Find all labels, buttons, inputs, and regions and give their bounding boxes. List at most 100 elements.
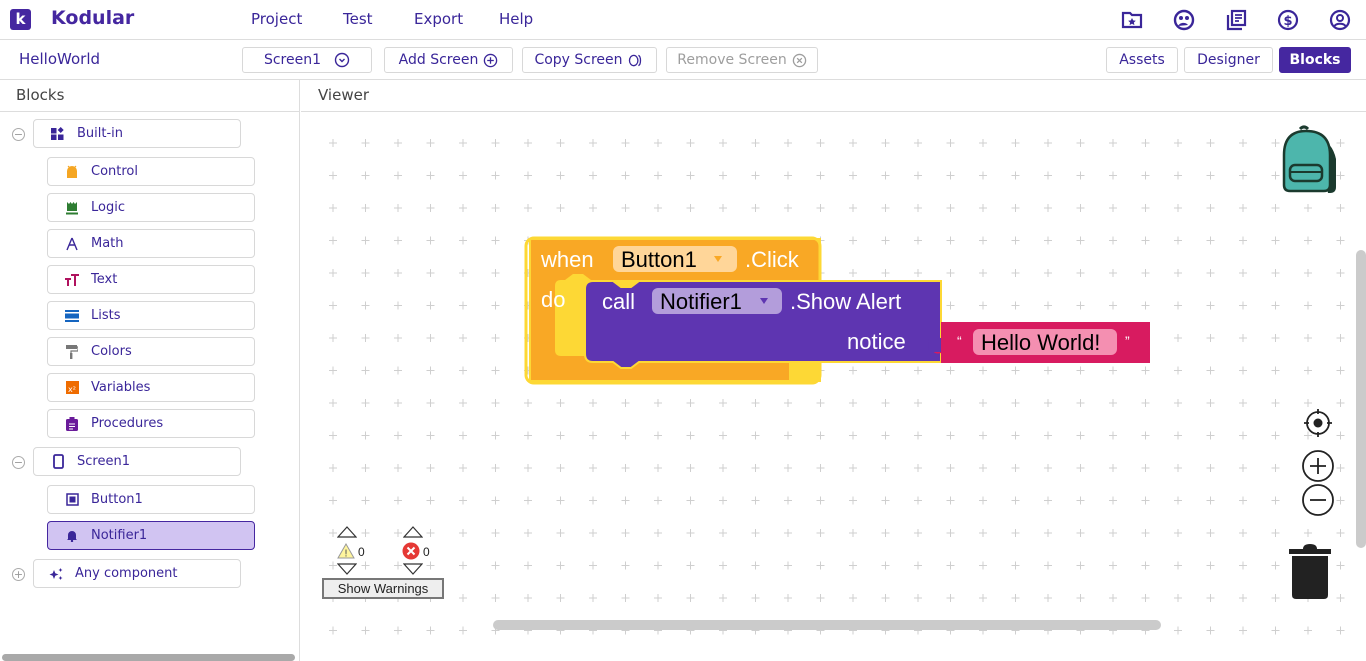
tree-item-procedures[interactable]: Procedures [47, 409, 255, 438]
remove-screen-label: Remove Screen [677, 52, 787, 68]
project-name: HelloWorld [19, 50, 101, 68]
workspace-horizontal-scrollbar[interactable] [493, 620, 1161, 630]
blocks-sidebar: Blocks − Built-in Control Logic Math Tex… [0, 80, 300, 661]
text-value: Hello World! [981, 330, 1100, 355]
tree-item-notifier1[interactable]: Notifier1 [47, 521, 255, 550]
top-bar: k Kodular Project Test Export Help $ [0, 0, 1366, 40]
designer-button[interactable]: Designer [1184, 47, 1273, 73]
logic-icon [64, 200, 80, 216]
tree-item-logic[interactable]: Logic [47, 193, 255, 222]
component-dropdown-button1[interactable]: Button1 [613, 246, 737, 272]
blocks-workspace[interactable]: when Button1 .Click do call Notifier1 .S… [301, 112, 1366, 661]
blocks-button[interactable]: Blocks [1279, 47, 1351, 73]
tree-item-lists[interactable]: Lists [47, 301, 255, 330]
viewer-title: Viewer [318, 86, 369, 104]
trash-icon[interactable] [1288, 543, 1332, 599]
zoom-in-icon[interactable] [1301, 449, 1335, 483]
tree-item-label: Any component [75, 566, 178, 581]
close-circle-icon [792, 53, 806, 67]
tree-item-variables[interactable]: x² Variables [47, 373, 255, 402]
account-icon[interactable] [1328, 8, 1352, 32]
tree-item-colors[interactable]: Colors [47, 337, 255, 366]
recenter-icon[interactable] [1303, 408, 1333, 438]
screen-collapse-toggle[interactable]: − [12, 456, 25, 469]
open-quote: “ [957, 333, 962, 349]
tree-item-control[interactable]: Control [47, 157, 255, 186]
folder-star-icon[interactable] [1120, 8, 1144, 32]
tree-item-label: Variables [91, 380, 151, 395]
docs-icon[interactable] [1224, 8, 1248, 32]
copy-screen-label: Copy Screen [534, 52, 623, 68]
math-icon [64, 236, 80, 252]
tree-item-label: Control [91, 164, 138, 179]
tree-item-label: Colors [91, 344, 132, 359]
kodular-logo-icon[interactable]: k [10, 9, 31, 30]
error-count: 0 [423, 545, 430, 559]
method-name: .Show Alert [790, 289, 901, 314]
error-icon [402, 542, 420, 560]
colors-icon [64, 344, 80, 360]
dollar-icon[interactable]: $ [1276, 8, 1300, 32]
screen-select[interactable]: Screen1 [242, 47, 372, 73]
bell-icon [64, 528, 80, 544]
builtin-icon [50, 126, 66, 142]
zoom-out-icon[interactable] [1301, 483, 1335, 517]
chevron-down-circle-icon [334, 52, 350, 68]
error-prev-arrow-icon[interactable] [403, 526, 423, 538]
screen-select-label: Screen1 [263, 52, 322, 68]
tree-item-any-component[interactable]: Any component [33, 559, 241, 588]
assets-button[interactable]: Assets [1106, 47, 1178, 73]
sparkle-icon [48, 566, 64, 582]
tree-item-label: Text [91, 272, 118, 287]
warning-count: 0 [358, 545, 365, 559]
add-screen-label: Add Screen [398, 52, 479, 68]
call-keyword: call [602, 289, 635, 314]
copy-screen-button[interactable]: Copy Screen [522, 47, 657, 73]
warning-next-arrow-icon[interactable] [337, 563, 357, 575]
menu-project[interactable]: Project [251, 10, 302, 28]
button-icon [64, 492, 80, 508]
builtin-collapse-toggle[interactable]: − [12, 128, 25, 141]
show-warnings-button[interactable]: Show Warnings [322, 578, 444, 599]
svg-text:$: $ [1283, 14, 1292, 29]
event-keyword: when [540, 247, 594, 272]
tree-item-label: Built-in [77, 126, 124, 141]
add-screen-button[interactable]: Add Screen [384, 47, 513, 73]
tree-item-button1[interactable]: Button1 [47, 485, 255, 514]
tree-item-builtin[interactable]: Built-in [33, 119, 241, 148]
close-quote: ” [1125, 333, 1130, 349]
blocks-canvas: when Button1 .Click do call Notifier1 .S… [524, 236, 1150, 385]
warning-prev-arrow-icon[interactable] [337, 526, 357, 538]
menu-help[interactable]: Help [499, 10, 533, 28]
svg-text:!: ! [344, 549, 348, 560]
tree-item-screen1[interactable]: Screen1 [33, 447, 241, 476]
lists-icon [64, 308, 80, 324]
any-component-expand-toggle[interactable]: + [12, 568, 25, 581]
workspace-vertical-scrollbar[interactable] [1356, 250, 1366, 548]
control-icon [64, 164, 80, 180]
event-name: .Click [745, 247, 800, 272]
remove-screen-button[interactable]: Remove Screen [666, 47, 818, 73]
tree-item-label: Button1 [91, 492, 143, 507]
tree-item-text[interactable]: Text [47, 265, 255, 294]
tree-item-label: Math [91, 236, 124, 251]
error-next-arrow-icon[interactable] [403, 563, 423, 575]
community-icon[interactable] [1172, 8, 1196, 32]
sidebar-horizontal-scrollbar[interactable] [2, 654, 295, 661]
menu-export[interactable]: Export [414, 10, 463, 28]
copy-icon [628, 54, 641, 66]
brand-name[interactable]: Kodular [51, 7, 134, 29]
component-dropdown-notifier1[interactable]: Notifier1 [652, 288, 782, 314]
backpack-icon[interactable] [1278, 125, 1346, 195]
tree-item-math[interactable]: Math [47, 229, 255, 258]
menu-test[interactable]: Test [343, 10, 373, 28]
procedures-icon [64, 416, 80, 432]
tree-item-label: Notifier1 [91, 528, 148, 543]
viewer-header: Viewer [301, 80, 1366, 112]
variables-icon: x² [64, 380, 80, 396]
text-value-field[interactable]: Hello World! [973, 329, 1117, 355]
tree-item-label: Logic [91, 200, 125, 215]
dropdown-value: Notifier1 [660, 289, 742, 314]
tree-item-label: Screen1 [77, 454, 130, 469]
blocks-viewer: Viewer when Button1 .Click do call Notif… [301, 80, 1366, 661]
